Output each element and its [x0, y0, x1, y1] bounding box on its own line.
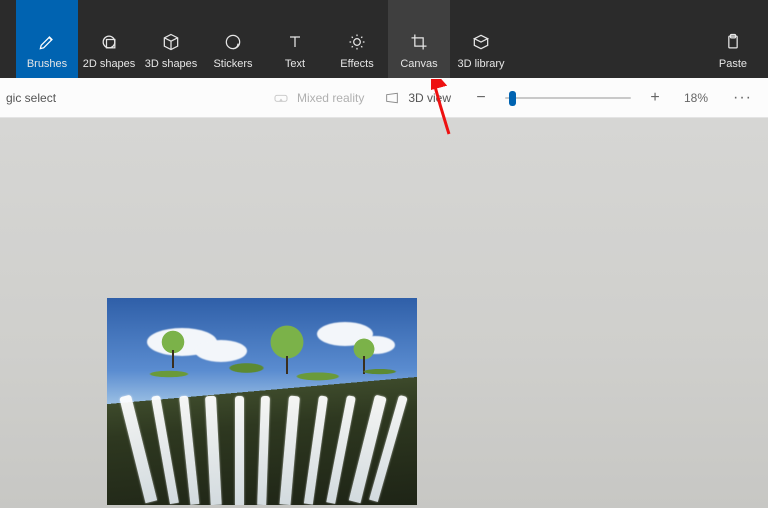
tool-label: 3D shapes: [145, 58, 198, 70]
perspective-icon: [384, 90, 400, 106]
zoom-slider[interactable]: [505, 88, 631, 108]
tool-canvas[interactable]: Canvas: [388, 0, 450, 78]
mixed-reality-label: Mixed reality: [297, 91, 364, 105]
tool-paste[interactable]: Paste: [702, 0, 764, 78]
zoom-controls: − + 18%: [461, 88, 723, 108]
canvas-image[interactable]: [107, 298, 417, 505]
tool-brushes[interactable]: Brushes: [16, 0, 78, 78]
text-icon: [285, 32, 305, 52]
top-toolbar: Brushes 2D shapes 3D shapes Stickers Tex…: [0, 0, 768, 78]
tool-stickers[interactable]: Stickers: [202, 0, 264, 78]
canvas-workspace[interactable]: [0, 118, 768, 508]
tool-label: Brushes: [27, 58, 67, 70]
zoom-in-button[interactable]: +: [645, 88, 665, 108]
toolbar-spacer: [512, 0, 702, 78]
mixed-reality-button: Mixed reality: [263, 90, 374, 106]
sun-icon: [347, 32, 367, 52]
square-icon: [99, 32, 119, 52]
tool-label: Canvas: [400, 58, 437, 70]
image-waterfall: [107, 396, 417, 505]
cube-icon: [161, 32, 181, 52]
box-icon: [471, 32, 491, 52]
zoom-slider-track: [505, 97, 631, 99]
tool-label: Stickers: [213, 58, 252, 70]
brush-icon: [37, 32, 57, 52]
zoom-value: 18%: [679, 91, 713, 105]
more-button[interactable]: ···: [723, 89, 762, 107]
secondary-toolbar: gic select Mixed reality 3D view − + 18%…: [0, 78, 768, 118]
paste-icon: [723, 32, 743, 52]
tool-2d-shapes[interactable]: 2D shapes: [78, 0, 140, 78]
zoom-out-button[interactable]: −: [471, 88, 491, 108]
3d-view-label: 3D view: [408, 91, 451, 105]
magic-select-label: gic select: [6, 91, 56, 105]
tool-text[interactable]: Text: [264, 0, 326, 78]
tool-label: Paste: [719, 58, 747, 70]
3d-view-button[interactable]: 3D view: [374, 90, 461, 106]
headset-icon: [273, 90, 289, 106]
crop-icon: [409, 32, 429, 52]
tool-label: Text: [285, 58, 305, 70]
tool-3d-library[interactable]: 3D library: [450, 0, 512, 78]
tool-label: 3D library: [457, 58, 504, 70]
tool-3d-shapes[interactable]: 3D shapes: [140, 0, 202, 78]
magic-select-button[interactable]: gic select: [6, 91, 66, 105]
zoom-slider-thumb[interactable]: [509, 91, 516, 106]
tool-effects[interactable]: Effects: [326, 0, 388, 78]
sticker-icon: [223, 32, 243, 52]
tool-label: Effects: [340, 58, 373, 70]
tool-label: 2D shapes: [83, 58, 136, 70]
